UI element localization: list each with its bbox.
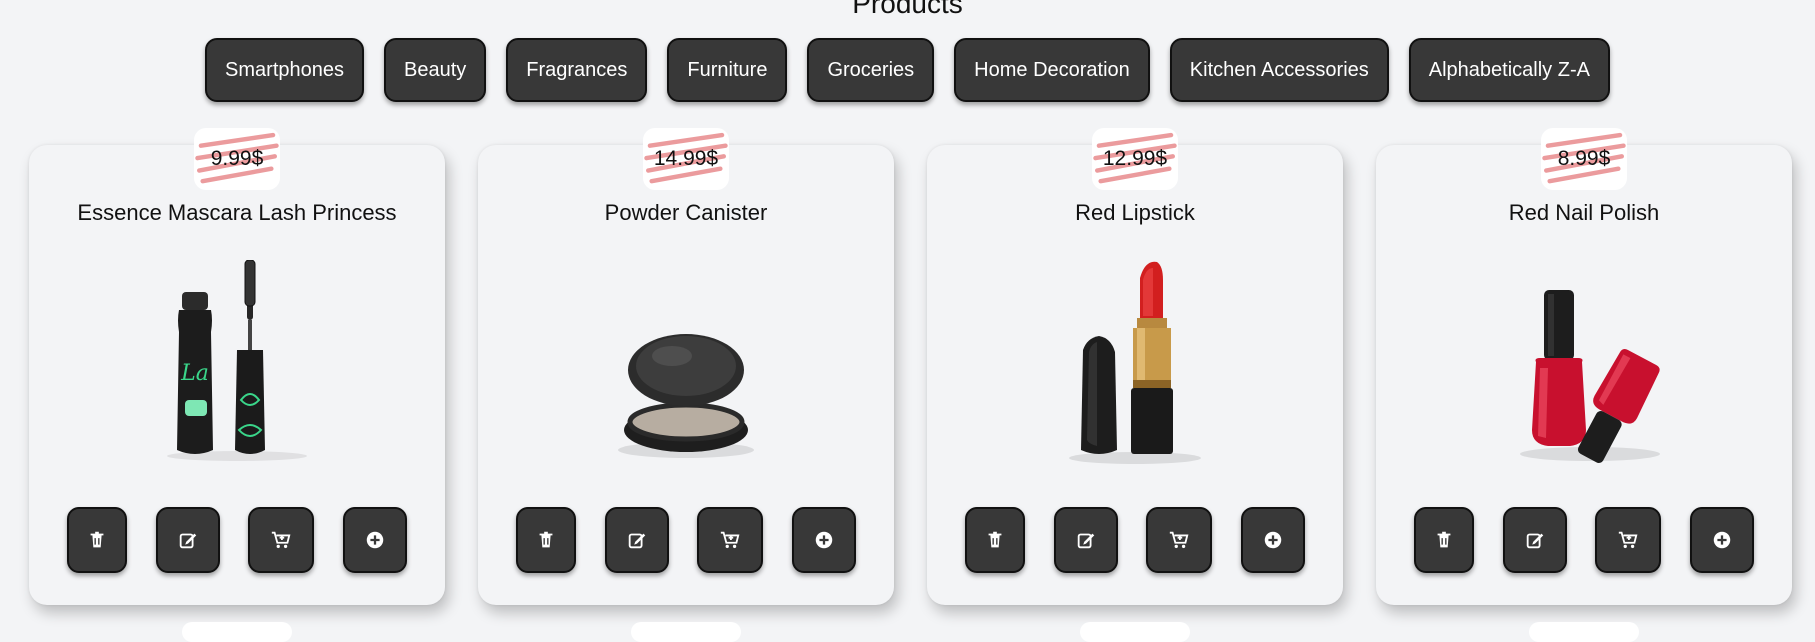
edit-button[interactable] [1053, 507, 1118, 573]
plus-circle-icon [366, 531, 384, 549]
cart-plus-icon [1170, 531, 1189, 549]
edit-icon [179, 533, 196, 549]
price-tag: 8.99$ [1541, 128, 1627, 190]
add-button[interactable] [342, 507, 407, 573]
edit-button[interactable] [604, 507, 669, 573]
page-title: Products [852, 0, 963, 19]
product-card-peek [1376, 622, 1792, 642]
card-actions [516, 507, 856, 573]
product-title: Powder Canister [604, 200, 768, 225]
edit-icon [1077, 533, 1094, 549]
price-tag: 14.99$ [643, 128, 729, 190]
product-title: Essence Mascara Lash Princess [77, 200, 397, 225]
filter-beauty-button[interactable]: Beauty [384, 38, 487, 102]
product-card: 8.99$ Red Nail Polish [1376, 128, 1792, 605]
product-card: 14.99$ Powder Canister [478, 128, 894, 605]
svg-text:La: La [180, 361, 209, 386]
nail-polish-image [1520, 290, 1660, 463]
delete-button[interactable] [67, 507, 127, 573]
product-card-peek [478, 622, 894, 642]
edit-button[interactable] [155, 507, 220, 573]
price-tag [631, 622, 741, 642]
product-card-peek [29, 622, 445, 642]
filter-fragrances-button[interactable]: Fragrances [506, 38, 648, 102]
edit-button[interactable] [1502, 507, 1567, 573]
cart-plus-icon [721, 531, 740, 549]
add-button[interactable] [1240, 507, 1305, 573]
price-label: 9.99$ [210, 147, 264, 170]
delete-button[interactable] [965, 507, 1025, 573]
price-tag: 9.99$ [194, 128, 280, 190]
filter-home-decoration-button[interactable]: Home Decoration [954, 38, 1150, 102]
price-tag [182, 622, 292, 642]
edit-icon [1526, 533, 1543, 549]
filter-smartphones-button[interactable]: Smartphones [205, 38, 364, 102]
delete-button[interactable] [1414, 507, 1474, 573]
card-actions [1414, 507, 1754, 573]
card-actions [67, 507, 407, 573]
trash-icon [90, 531, 104, 548]
product-card-peek [927, 622, 1343, 642]
mascara-image: La [167, 260, 307, 461]
cart-plus-icon [1619, 531, 1638, 549]
category-filter-bar: Smartphones Beauty Fragrances Furniture … [0, 38, 1815, 102]
next-row-cards [29, 622, 1792, 642]
trash-icon [539, 531, 553, 548]
cart-plus-icon [272, 531, 291, 549]
product-card: 9.99$ Essence Mascara Lash Princess La [29, 128, 445, 605]
product-card: 12.99$ Red Lipstick [927, 128, 1343, 605]
filter-groceries-button[interactable]: Groceries [807, 38, 935, 102]
plus-circle-icon [1264, 531, 1282, 549]
powder-compact-image [618, 334, 754, 458]
plus-circle-icon [815, 531, 833, 549]
price-label: 12.99$ [1102, 147, 1168, 170]
trash-icon [1437, 531, 1451, 548]
delete-button[interactable] [516, 507, 576, 573]
plus-circle-icon [1713, 531, 1731, 549]
product-grid: 9.99$ Essence Mascara Lash Princess La 1… [29, 128, 1792, 605]
product-title: Red Nail Polish [1508, 200, 1660, 225]
add-button[interactable] [791, 507, 856, 573]
add-to-cart-button[interactable] [1146, 507, 1213, 573]
add-button[interactable] [1689, 507, 1754, 573]
sort-alphabetically-za-button[interactable]: Alphabetically Z-A [1408, 38, 1610, 102]
add-to-cart-button[interactable] [1595, 507, 1662, 573]
add-to-cart-button[interactable] [697, 507, 764, 573]
card-actions [965, 507, 1305, 573]
product-title: Red Lipstick [1075, 200, 1195, 225]
filter-kitchen-accessories-button[interactable]: Kitchen Accessories [1169, 38, 1389, 102]
edit-icon [628, 533, 645, 549]
price-tag [1529, 622, 1639, 642]
add-to-cart-button[interactable] [248, 507, 315, 573]
lipstick-image [1069, 261, 1201, 464]
price-tag: 12.99$ [1092, 128, 1178, 190]
filter-furniture-button[interactable]: Furniture [667, 38, 788, 102]
price-label: 8.99$ [1557, 147, 1611, 170]
price-label: 14.99$ [653, 147, 719, 170]
price-tag [1080, 622, 1190, 642]
trash-icon [988, 531, 1002, 548]
